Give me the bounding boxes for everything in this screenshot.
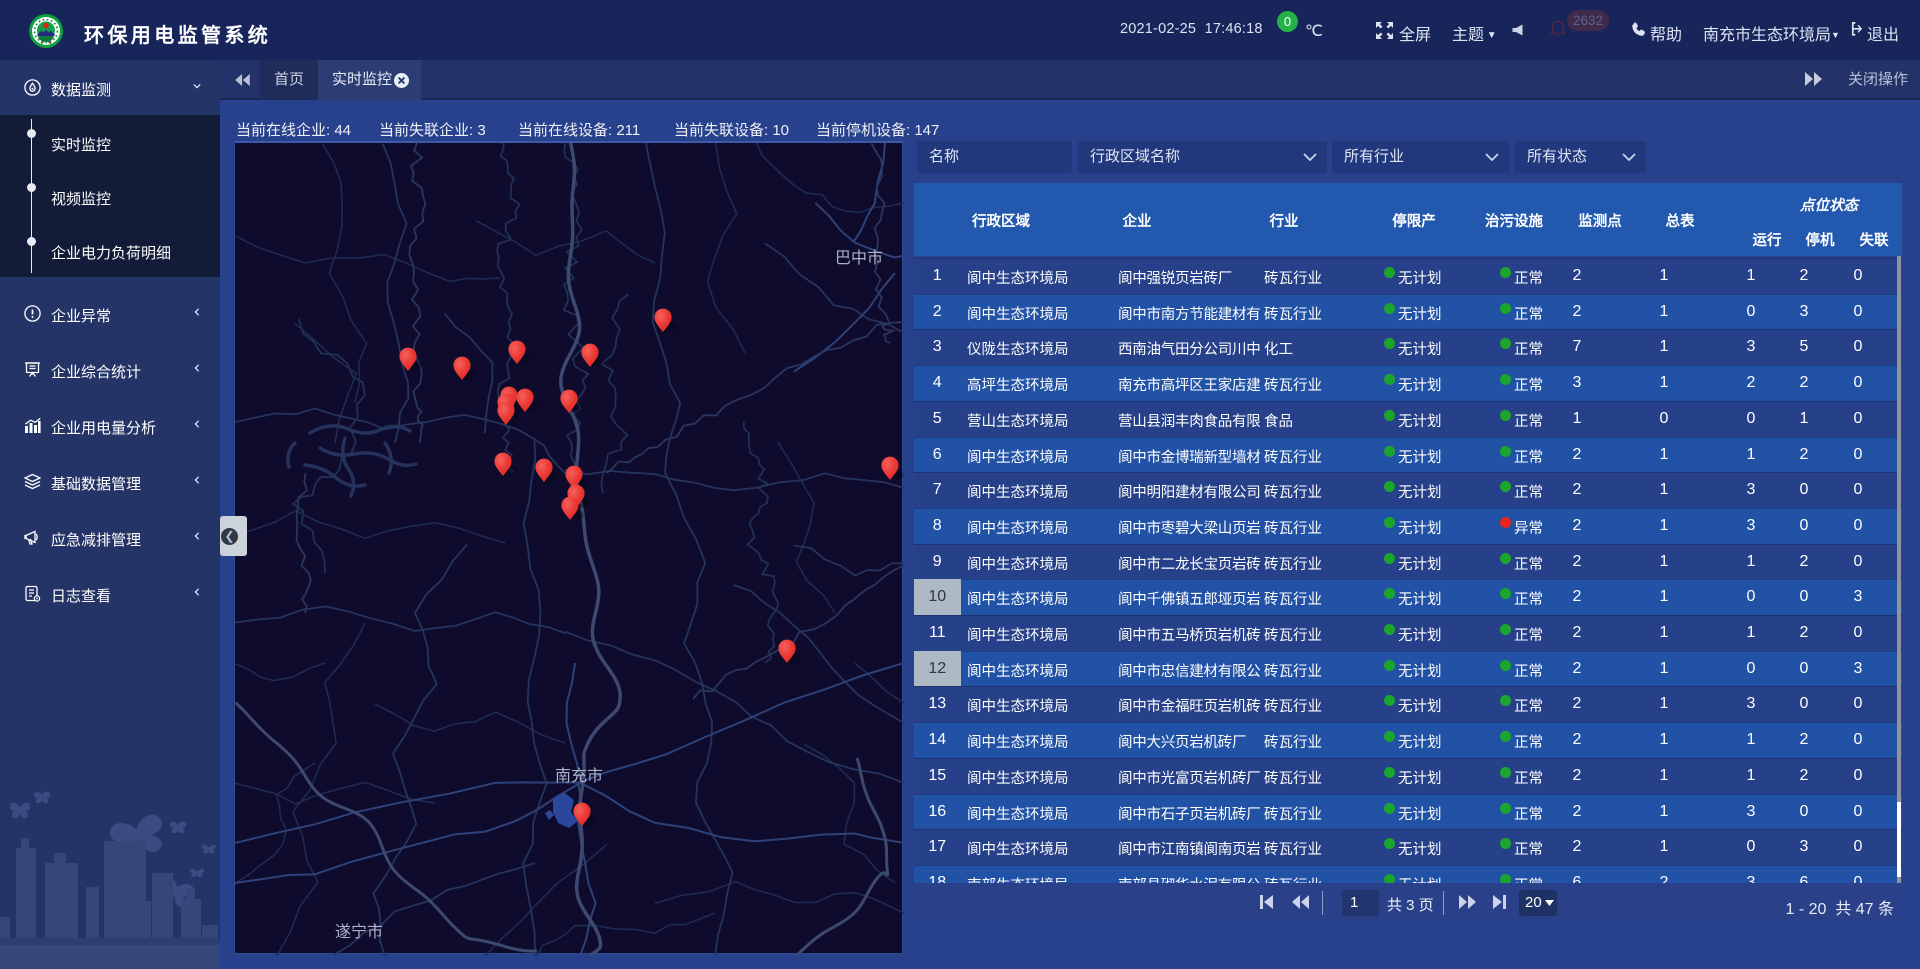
svg-text:遂宁市: 遂宁市 (335, 923, 383, 941)
svg-text:南充市: 南充市 (555, 767, 603, 785)
svg-text:巴中市: 巴中市 (835, 249, 883, 267)
